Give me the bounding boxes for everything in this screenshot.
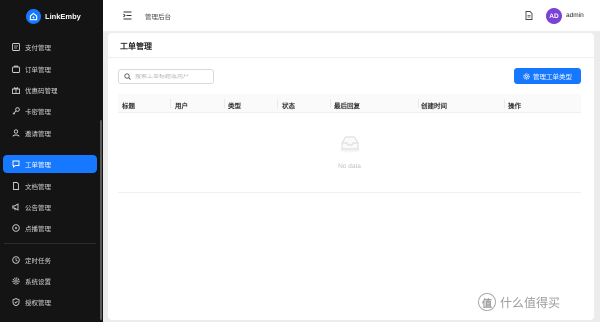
main-card: 工单管理 管理工单类型 标题 用户 类型 状态 最后回复 创建时间 操作 <box>108 33 594 320</box>
avatar[interactable]: AD <box>546 8 562 24</box>
tickets-table: 标题 用户 类型 状态 最后回复 创建时间 操作 No data <box>118 94 581 193</box>
document-icon[interactable] <box>525 11 533 22</box>
clock-icon <box>12 256 20 264</box>
card-icon <box>12 43 20 51</box>
sidebar-item-label: 优惠码管理 <box>25 88 58 95</box>
sidebar-item-label: 系统设置 <box>25 279 51 286</box>
title-divider <box>108 57 594 58</box>
column-header[interactable]: 状态 <box>282 100 295 110</box>
sidebar-item-label: 文档管理 <box>25 184 51 191</box>
sidebar-item-cardkeys[interactable]: 卡密管理 <box>3 102 97 120</box>
sidebar-item-vod[interactable]: 点播管理 <box>3 219 97 237</box>
column-divider <box>170 99 171 108</box>
column-header[interactable]: 操作 <box>508 100 521 110</box>
watermark-text: 什么值得买 <box>500 295 561 310</box>
shield-icon <box>12 298 20 306</box>
sidebar: LinkEmby 支付管理 订单管理 优惠码管理 卡密管理 邀请管理 工单管理 … <box>0 0 103 322</box>
gear-icon <box>12 277 20 285</box>
user-icon <box>12 129 20 137</box>
gift-icon <box>12 86 20 94</box>
sidebar-item-label: 卡密管理 <box>25 109 51 116</box>
sidebar-item-orders[interactable]: 订单管理 <box>3 60 97 78</box>
vod-icon <box>12 224 20 232</box>
table-body: No data <box>118 113 581 193</box>
column-header[interactable]: 标题 <box>122 100 135 110</box>
menu-toggle-icon[interactable] <box>123 11 132 20</box>
column-header[interactable]: 类型 <box>228 100 241 110</box>
sidebar-item-tickets[interactable]: 工单管理 <box>3 155 97 173</box>
sidebar-item-label: 点播管理 <box>25 226 51 233</box>
sidebar-item-label: 定时任务 <box>25 258 51 265</box>
brand-name: LinkEmby <box>45 11 81 21</box>
watermark-logo-icon: 值 <box>478 293 496 311</box>
sidebar-scrollbar[interactable] <box>100 120 102 320</box>
column-header[interactable]: 最后回复 <box>334 100 360 110</box>
page-title: 工单管理 <box>120 42 152 51</box>
user-name[interactable]: admin <box>566 12 584 19</box>
column-divider <box>504 99 505 108</box>
breadcrumb[interactable]: 管理后台 <box>145 11 171 21</box>
button-label: 管理工单类型 <box>533 74 572 81</box>
sidebar-item-docs[interactable]: 文档管理 <box>3 177 97 195</box>
column-divider <box>224 99 225 108</box>
column-header[interactable]: 用户 <box>175 100 188 110</box>
sidebar-item-label: 支付管理 <box>25 45 51 52</box>
key-icon <box>12 107 20 115</box>
column-divider <box>277 99 278 108</box>
doc-icon <box>12 182 20 190</box>
sidebar-item-label: 授权管理 <box>25 300 51 307</box>
brand-logo[interactable]: LinkEmby <box>26 8 81 24</box>
megaphone-icon <box>12 203 20 211</box>
top-bar: 管理后台 AD admin <box>103 0 600 32</box>
search-box[interactable] <box>118 69 214 84</box>
column-divider <box>418 99 419 108</box>
search-input[interactable] <box>135 73 213 80</box>
sidebar-item-payment[interactable]: 支付管理 <box>3 38 97 56</box>
logo-icon <box>26 8 41 24</box>
manage-ticket-types-button[interactable]: 管理工单类型 <box>514 68 581 84</box>
ticket-icon <box>12 160 20 168</box>
empty-state-text: No data <box>338 163 361 170</box>
cart-icon <box>12 65 20 73</box>
sidebar-item-settings[interactable]: 系统设置 <box>3 272 97 290</box>
sidebar-item-label: 邀请管理 <box>25 131 51 138</box>
sidebar-divider <box>4 243 96 244</box>
sidebar-item-scheduled-tasks[interactable]: 定时任务 <box>3 251 97 269</box>
search-icon <box>124 73 131 80</box>
sidebar-item-announcements[interactable]: 公告管理 <box>3 198 97 216</box>
sidebar-item-label: 工单管理 <box>25 162 51 169</box>
gear-icon <box>523 72 530 80</box>
sidebar-item-license[interactable]: 授权管理 <box>3 293 97 311</box>
watermark: 值 什么值得买 <box>478 293 560 311</box>
column-header[interactable]: 创建时间 <box>421 100 447 110</box>
sidebar-item-label: 公告管理 <box>25 205 51 212</box>
sidebar-item-invites[interactable]: 邀请管理 <box>3 124 97 142</box>
sidebar-item-coupons[interactable]: 优惠码管理 <box>3 81 97 99</box>
table-header: 标题 用户 类型 状态 最后回复 创建时间 操作 <box>118 94 581 113</box>
column-divider <box>330 99 331 108</box>
empty-inbox-icon <box>339 135 361 155</box>
sidebar-item-label: 订单管理 <box>25 67 51 74</box>
